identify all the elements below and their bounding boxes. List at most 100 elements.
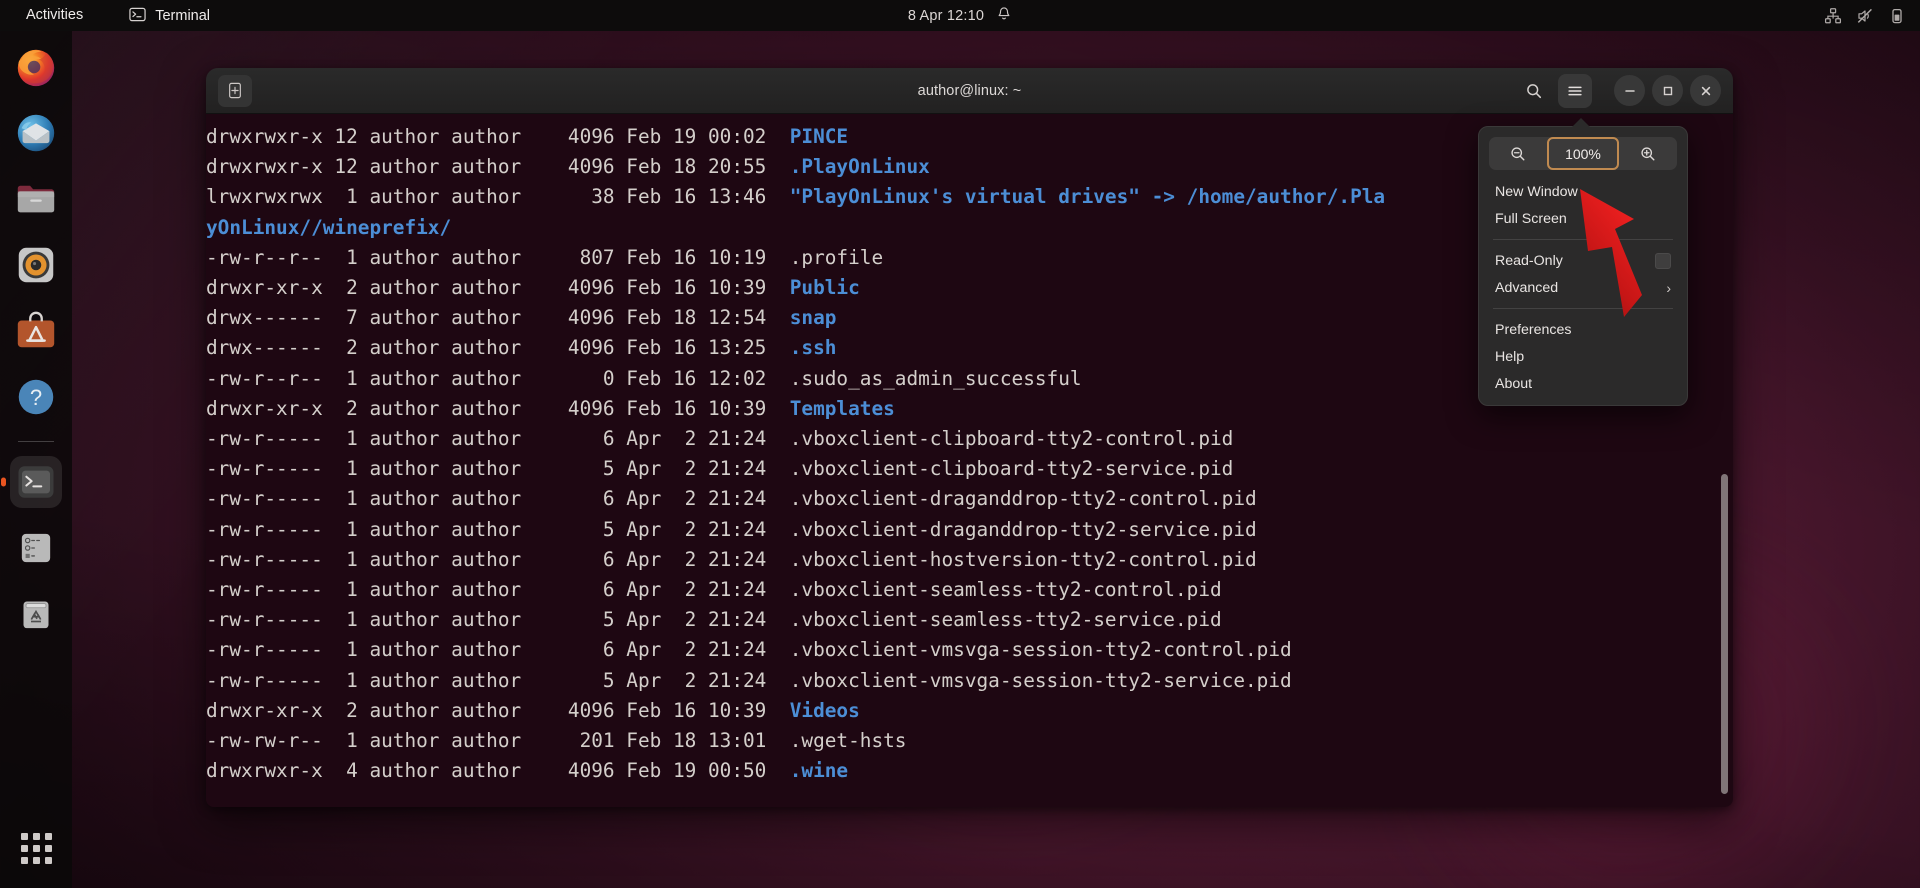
trash-icon (23, 601, 49, 629)
file-metadata: -rw-rw-r-- 1 author author 201 Feb 18 13… (206, 729, 790, 753)
file-name: Public (789, 276, 860, 300)
new-tab-icon (229, 82, 241, 99)
dock-item-help[interactable]: ? (10, 371, 62, 423)
menu-item-about[interactable]: About (1479, 370, 1687, 397)
top-bar-left: Activities Terminal (0, 0, 220, 31)
terminal-hamburger-menu: 100% New Window Full Screen Read-Only Ad… (1478, 118, 1688, 406)
terminal-menu-button[interactable] (1558, 73, 1592, 108)
ubuntu-dock: ? (0, 31, 72, 888)
menu-item-label: New Window (1495, 183, 1578, 200)
file-name: .vboxclient-hostversion-tty2-control.pid (789, 547, 1257, 571)
file-metadata: drwxrwxr-x 12 author author 4096 Feb 19 … (206, 125, 790, 148)
file-name: .vboxclient-draganddrop-tty2-control.pid (789, 487, 1257, 511)
chevron-right-icon: › (1666, 279, 1671, 296)
dock-item-files[interactable] (10, 173, 62, 225)
bell-icon[interactable] (996, 6, 1012, 25)
terminal-line: -rw-r----- 1 author author 6 Apr 2 21:24… (206, 575, 1733, 605)
file-metadata: drwxr-xr-x 2 author author 4096 Feb 16 1… (206, 276, 790, 300)
terminal-search-button[interactable] (1517, 74, 1551, 108)
terminal-app-icon (18, 466, 54, 498)
file-metadata: -rw-r--r-- 1 author author 0 Feb 16 12:0… (206, 366, 790, 390)
terminal-icon (129, 6, 146, 26)
terminal-line: -rw-r----- 1 author author 5 Apr 2 21:24… (206, 515, 1733, 545)
app-menu-button[interactable]: Terminal (119, 3, 220, 29)
network-wired-icon (1824, 7, 1842, 25)
thunderbird-icon (17, 114, 55, 152)
app-menu-label: Terminal (155, 7, 211, 24)
zoom-out-icon (1511, 146, 1525, 160)
maximize-icon (1663, 86, 1672, 95)
menu-item-help[interactable]: Help (1479, 343, 1687, 370)
file-name: .vboxclient-vmsvga-session-tty2-service.… (789, 668, 1292, 692)
terminal-line: -rw-r----- 1 author author 6 Apr 2 21:24… (206, 484, 1733, 514)
menu-item-read-only[interactable]: Read-Only (1479, 247, 1687, 274)
read-only-checkbox[interactable] (1655, 252, 1671, 269)
terminal-line: -rw-r----- 1 author author 5 Apr 2 21:24… (206, 454, 1733, 484)
file-metadata: drwxr-xr-x 2 author author 4096 Feb 16 1… (206, 698, 790, 722)
file-metadata: -rw-r----- 1 author author 5 Apr 2 21:24 (206, 517, 790, 541)
file-name: Videos (789, 698, 860, 722)
file-metadata: -rw-r----- 1 author author 6 Apr 2 21:24 (206, 638, 790, 662)
dock-item-ubuntu-software[interactable] (10, 305, 62, 357)
file-name: .wget-hsts (789, 729, 907, 753)
file-metadata: lrwxrwxrwx 1 author author 38 Feb 16 13:… (206, 185, 790, 209)
menu-item-label: Help (1495, 348, 1525, 365)
system-status-area[interactable] (1824, 0, 1906, 31)
terminal-line: -rw-r----- 1 author author 6 Apr 2 21:24… (206, 635, 1733, 665)
minimize-button[interactable] (1614, 75, 1645, 106)
hamburger-menu-icon (1568, 86, 1582, 95)
close-icon (1701, 86, 1710, 95)
activities-button[interactable]: Activities (16, 5, 93, 26)
dock-item-firefox[interactable] (10, 41, 62, 93)
file-name: .vboxclient-clipboard-tty2-service.pid (789, 457, 1234, 481)
menu-item-preferences[interactable]: Preferences (1479, 316, 1687, 343)
file-metadata: drwxr-xr-x 2 author author 4096 Feb 16 1… (206, 396, 790, 420)
file-metadata: -rw-r----- 1 author author 6 Apr 2 21:24 (206, 547, 790, 571)
dock-item-text-editor[interactable] (10, 522, 62, 574)
menu-item-new-window[interactable]: New Window (1479, 178, 1687, 205)
minimize-icon (1624, 89, 1635, 92)
dock-item-trash[interactable] (10, 588, 62, 640)
menu-item-label: Read-Only (1495, 252, 1563, 269)
terminal-line: drwxrwxr-x 4 author author 4096 Feb 19 0… (206, 756, 1733, 786)
terminal-line: -rw-r----- 1 author author 6 Apr 2 21:24… (206, 424, 1733, 454)
zoom-out-button[interactable] (1489, 137, 1547, 170)
file-name: .vboxclient-clipboard-tty2-control.pid (789, 427, 1234, 451)
dock-item-thunderbird[interactable] (10, 107, 62, 159)
clock[interactable]: 8 Apr 12:10 (908, 8, 984, 24)
zoom-in-button[interactable] (1619, 137, 1677, 170)
terminal-scrollbar[interactable] (1720, 474, 1729, 794)
file-metadata: -rw-r----- 1 author author 5 Apr 2 21:24 (206, 457, 790, 481)
file-metadata: drwxrwxr-x 12 author author 4096 Feb 18 … (206, 155, 790, 179)
dock-item-terminal[interactable] (10, 456, 62, 508)
new-tab-button[interactable] (218, 74, 252, 107)
close-button[interactable] (1690, 75, 1721, 106)
file-name: .vboxclient-seamless-tty2-control.pid (789, 578, 1222, 602)
firefox-icon (17, 49, 55, 87)
terminal-prompt-line: author@linux:~$ (206, 786, 1733, 807)
scrollbar-thumb[interactable] (1721, 474, 1728, 794)
file-metadata: -rw-r----- 1 author author 6 Apr 2 21:24 (206, 487, 790, 511)
dock-item-rhythmbox[interactable] (10, 239, 62, 291)
terminal-titlebar[interactable]: author@linux: ~ (206, 68, 1733, 114)
terminal-line: -rw-r----- 1 author author 5 Apr 2 21:24… (206, 605, 1733, 635)
file-name: .vboxclient-vmsvga-session-tty2-control.… (789, 638, 1292, 662)
files-icon (17, 185, 55, 213)
menu-item-label: Full Screen (1495, 210, 1567, 227)
maximize-button[interactable] (1652, 75, 1683, 106)
file-name: yOnLinux//wineprefix/ (206, 215, 452, 239)
file-name: .ssh (789, 336, 837, 360)
menu-item-full-screen[interactable]: Full Screen (1479, 205, 1687, 232)
file-name: .vboxclient-seamless-tty2-service.pid (789, 608, 1222, 632)
menu-item-advanced[interactable]: Advanced › (1479, 274, 1687, 301)
zoom-control-row: 100% (1489, 137, 1677, 170)
file-metadata: -rw-r----- 1 author author 5 Apr 2 21:24 (206, 608, 790, 632)
file-metadata: -rw-r--r-- 1 author author 807 Feb 16 10… (206, 245, 790, 269)
file-name: Templates (789, 396, 895, 420)
file-name: .sudo_as_admin_successful (789, 366, 1082, 390)
file-name: .wine (789, 759, 849, 783)
menu-separator (1493, 308, 1673, 309)
show-applications-button[interactable] (10, 822, 62, 874)
terminal-line: drwxr-xr-x 2 author author 4096 Feb 16 1… (206, 696, 1733, 726)
zoom-level-value[interactable]: 100% (1547, 137, 1619, 170)
